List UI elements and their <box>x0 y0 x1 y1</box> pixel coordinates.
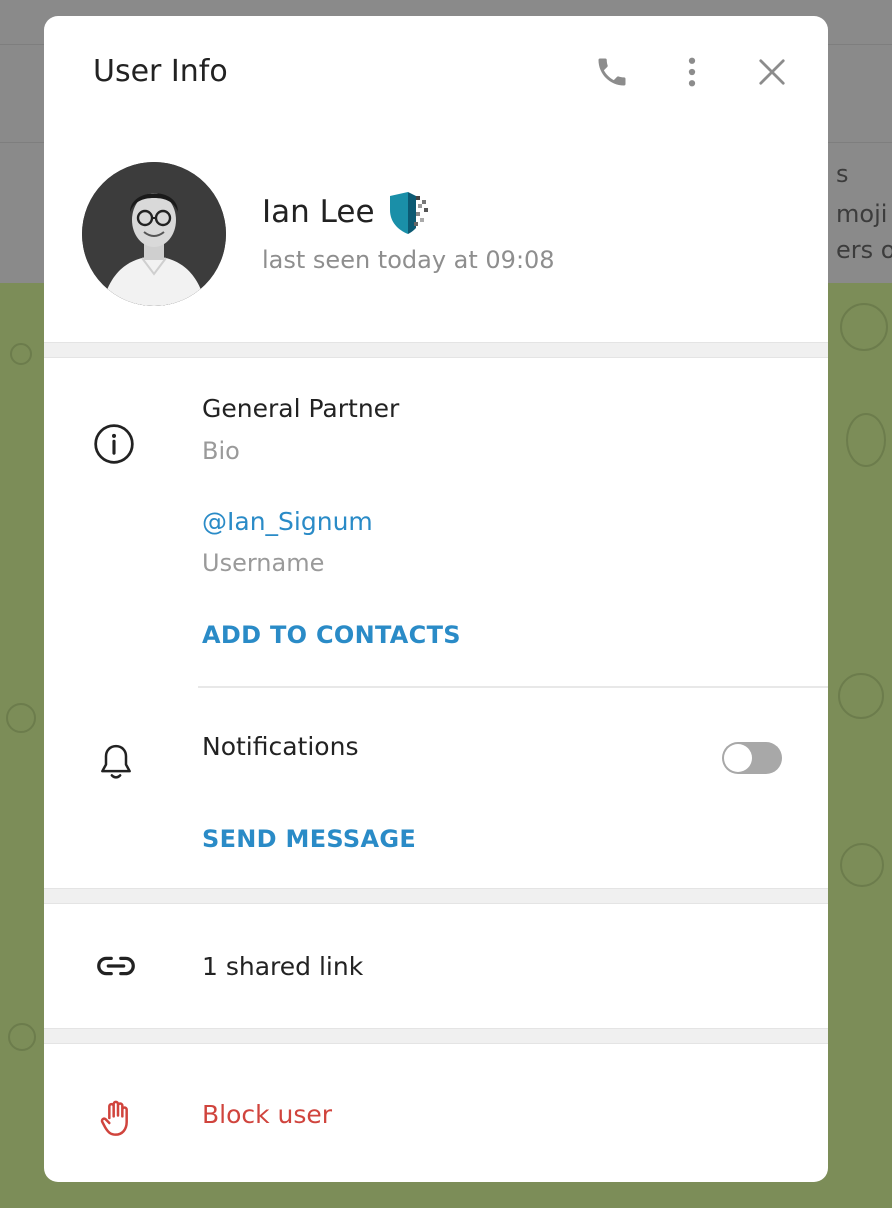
wallpaper-doodle <box>8 1023 36 1051</box>
wallpaper-doodle <box>840 303 888 351</box>
user-name: Ian Lee <box>262 194 375 230</box>
background-message-snippet: s <box>836 160 849 188</box>
info-icon <box>90 420 138 468</box>
inner-divider <box>198 686 828 688</box>
close-button[interactable] <box>752 52 792 92</box>
last-seen-status: last seen today at 09:08 <box>262 246 555 274</box>
bio-label: Bio <box>202 437 240 465</box>
phone-icon <box>598 58 626 86</box>
bell-icon <box>92 738 140 786</box>
wallpaper-doodle <box>838 673 884 719</box>
wallpaper-doodle <box>6 703 36 733</box>
block-user-label: Block user <box>202 1100 333 1129</box>
avatar[interactable] <box>82 162 226 306</box>
more-vertical-icon <box>688 57 696 87</box>
call-button[interactable] <box>592 52 632 92</box>
hand-stop-icon <box>92 1094 140 1142</box>
dialog-header: User Info <box>44 16 828 128</box>
notifications-toggle[interactable] <box>722 742 782 774</box>
shared-links-row[interactable]: 1 shared link <box>44 904 828 1028</box>
bio-value: General Partner <box>202 394 400 423</box>
more-options-button[interactable] <box>672 52 712 92</box>
username-label: Username <box>202 549 325 577</box>
profile-section: Ian Lee last seen today at 09:08 <box>44 128 828 342</box>
section-divider <box>44 888 828 904</box>
add-to-contacts-button[interactable]: ADD TO CONTACTS <box>202 621 461 649</box>
section-divider <box>44 342 828 358</box>
send-message-button[interactable]: SEND MESSAGE <box>202 825 416 853</box>
notifications-label: Notifications <box>202 732 359 761</box>
avatar-photo <box>82 162 226 306</box>
shield-badge-icon <box>390 192 428 234</box>
background-message-snippet: moji s <box>836 200 892 228</box>
username-link[interactable]: @Ian_Signum <box>202 507 373 536</box>
info-section: General Partner Bio @Ian_Signum Username… <box>44 358 828 888</box>
close-icon <box>759 59 785 85</box>
dialog-title: User Info <box>93 54 228 89</box>
background-message-snippet: ers of <box>836 236 892 264</box>
link-icon <box>92 942 140 990</box>
wallpaper-doodle <box>10 343 32 365</box>
wallpaper-doodle <box>846 413 886 467</box>
user-info-dialog: User Info Ian Lee last seen today at 09:… <box>44 16 828 1182</box>
section-divider <box>44 1028 828 1044</box>
toggle-knob <box>724 744 752 772</box>
block-user-row[interactable]: Block user <box>44 1044 828 1182</box>
shared-links-label: 1 shared link <box>202 952 364 981</box>
wallpaper-doodle <box>840 843 884 887</box>
